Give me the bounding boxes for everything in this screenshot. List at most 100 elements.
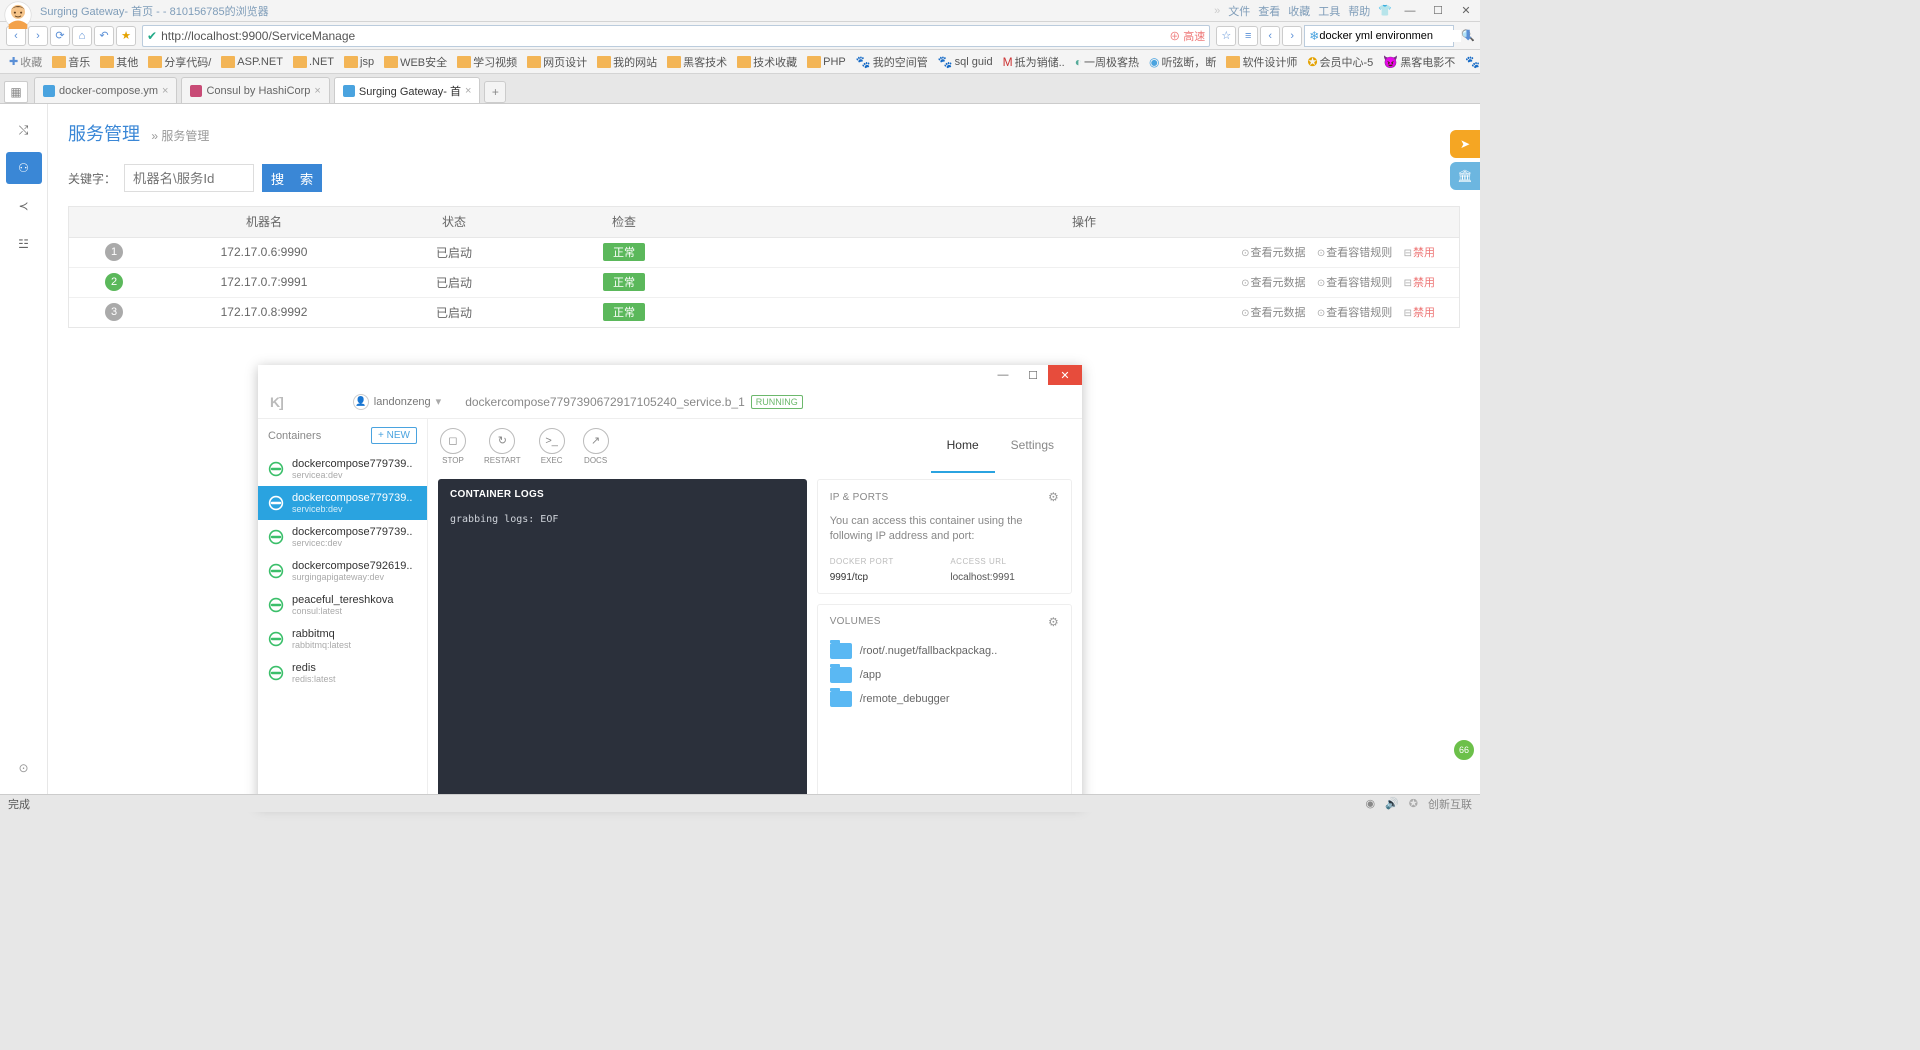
download-icon[interactable]: ⬇	[1462, 27, 1474, 44]
tab-close-icon[interactable]: ×	[465, 85, 471, 97]
bookmark-item[interactable]: .NET	[290, 56, 337, 68]
kite-close-button[interactable]: ✕	[1048, 365, 1082, 385]
menu-button[interactable]: ≡	[1238, 26, 1258, 46]
op-disable[interactable]: ⊟禁用	[1404, 277, 1435, 289]
kite-minimize-button[interactable]: —	[988, 365, 1018, 385]
search-next-button[interactable]: ›	[1282, 26, 1302, 46]
undo-button[interactable]: ↶	[94, 26, 114, 46]
container-item[interactable]: peaceful_tereshkova consul:latest	[258, 588, 427, 622]
url-input[interactable]	[161, 29, 1169, 43]
op-meta[interactable]: ⊙查看元数据	[1241, 307, 1305, 319]
browser-search-input[interactable]	[1319, 30, 1461, 42]
volume-item[interactable]: /root/.nuget/fallbackpackag..	[830, 639, 1059, 663]
close-button[interactable]: ✕	[1456, 4, 1476, 17]
bookmark-item[interactable]: 🐾sql guid	[935, 55, 996, 69]
volume-item[interactable]: /app	[830, 663, 1059, 687]
container-item[interactable]: rabbitmq rabbitmq:latest	[258, 622, 427, 656]
action-stop[interactable]: ◻ STOP	[440, 428, 466, 465]
reload-button[interactable]: ⟳	[50, 26, 70, 46]
kite-user[interactable]: 👤 landonzeng ▾	[353, 394, 441, 410]
bookmark-item[interactable]: 😈黑客电影不	[1380, 54, 1458, 70]
browser-tab[interactable]: Consul by HashiCorp ×	[181, 77, 329, 103]
notification-bubble[interactable]: 66	[1452, 738, 1476, 762]
action-docs[interactable]: ↗ DOCS	[583, 428, 609, 465]
op-fault[interactable]: ⊙查看容错规则	[1317, 247, 1392, 259]
sidebar-toggle[interactable]: ▦	[4, 81, 28, 103]
tab-close-icon[interactable]: ×	[314, 85, 320, 97]
bookmark-item[interactable]: M抵为销储..	[1000, 54, 1068, 70]
op-fault[interactable]: ⊙查看容错规则	[1317, 307, 1392, 319]
browser-search[interactable]: ❄ 🔍	[1304, 25, 1454, 47]
container-item[interactable]: dockercompose779739.. serviceb:dev	[258, 486, 427, 520]
bookmark-item[interactable]: ◐一周极客热	[1072, 54, 1142, 70]
search-button[interactable]: 搜 索	[262, 164, 322, 192]
bookmark-item[interactable]: 音乐	[49, 54, 93, 70]
rail-sitemap-icon[interactable]: ⚇	[6, 152, 42, 184]
rail-random-icon[interactable]: ⤭	[6, 114, 42, 146]
bookmark-item[interactable]: 技术收藏	[734, 54, 800, 70]
kite-tab-home[interactable]: Home	[931, 419, 995, 473]
bookmark-item[interactable]: 分享代码/	[145, 54, 214, 70]
menu-view[interactable]: 查看	[1258, 3, 1280, 19]
bookmark-item[interactable]: PHP	[804, 56, 849, 68]
menu-fav[interactable]: 收藏	[1288, 3, 1310, 19]
bookmark-item[interactable]: 🐾百度搜索_	[1462, 54, 1480, 70]
op-disable[interactable]: ⊟禁用	[1404, 307, 1435, 319]
container-item[interactable]: dockercompose779739.. servicec:dev	[258, 520, 427, 554]
pill-rocket-icon[interactable]: ➤	[1450, 130, 1480, 158]
row-status: 已启动	[369, 267, 539, 297]
minimize-button[interactable]: —	[1400, 5, 1420, 17]
keyword-input[interactable]	[124, 164, 254, 192]
rail-expand-icon[interactable]: ⊙	[6, 752, 42, 784]
bookmark-item[interactable]: ASP.NET	[218, 56, 286, 68]
pill-bank-icon[interactable]: 🏛	[1450, 162, 1480, 190]
bookmark-item[interactable]: 网页设计	[524, 54, 590, 70]
bookmark-item[interactable]: ✪会员中心-5	[1304, 54, 1376, 70]
kite-tab-settings[interactable]: Settings	[995, 419, 1070, 473]
bookmark-item[interactable]: 软件设计师	[1223, 54, 1300, 70]
maximize-button[interactable]: ☐	[1428, 4, 1448, 17]
bookmark-star-button[interactable]: ☆	[1216, 26, 1236, 46]
menu-tools[interactable]: 工具	[1318, 3, 1340, 19]
new-container-button[interactable]: + NEW	[371, 427, 417, 444]
bookmark-item[interactable]: 其他	[97, 54, 141, 70]
tab-close-icon[interactable]: ×	[162, 85, 168, 97]
op-disable[interactable]: ⊟禁用	[1404, 247, 1435, 259]
bookmark-item[interactable]: 黑客技术	[664, 54, 730, 70]
action-restart[interactable]: ↻ RESTART	[484, 428, 521, 465]
volume-item[interactable]: /remote_debugger	[830, 687, 1059, 711]
bookmark-add[interactable]: ✚收藏	[6, 54, 45, 70]
eye-icon[interactable]: ◉	[1365, 797, 1375, 810]
bookmark-item[interactable]: 我的网站	[594, 54, 660, 70]
menu-help[interactable]: 帮助	[1348, 3, 1370, 19]
url-bar[interactable]: ✔ ⊕ 高速	[142, 25, 1210, 47]
bookmark-item[interactable]: jsp	[341, 56, 377, 68]
rail-list-icon[interactable]: ☳	[6, 228, 42, 260]
search-prev-button[interactable]: ‹	[1260, 26, 1280, 46]
container-item[interactable]: dockercompose779739.. servicea:dev	[258, 452, 427, 486]
container-item[interactable]: redis redis:latest	[258, 656, 427, 690]
op-fault[interactable]: ⊙查看容错规则	[1317, 277, 1392, 289]
gear-icon[interactable]: ⚙	[1048, 615, 1059, 629]
gear-icon[interactable]: ⚙	[1048, 490, 1059, 504]
op-meta[interactable]: ⊙查看元数据	[1241, 247, 1305, 259]
rail-share-icon[interactable]: ≺	[6, 190, 42, 222]
bookmark-item[interactable]: ◉听弦断，断	[1146, 54, 1219, 70]
action-exec[interactable]: >_ EXEC	[539, 428, 565, 465]
bookmark-item[interactable]: 学习视频	[454, 54, 520, 70]
access-url-value[interactable]: localhost:9991	[950, 572, 1059, 583]
sound-icon[interactable]: 🔊	[1385, 797, 1399, 810]
bookmark-item[interactable]: 🐾我的空间管	[853, 54, 931, 70]
op-meta[interactable]: ⊙查看元数据	[1241, 277, 1305, 289]
new-tab-button[interactable]: +	[484, 81, 506, 103]
star-button[interactable]: ★	[116, 26, 136, 46]
container-item[interactable]: dockercompose792619.. surgingapigateway:…	[258, 554, 427, 588]
user-avatar-icon[interactable]	[4, 1, 32, 29]
home-button[interactable]: ⌂	[72, 26, 92, 46]
bookmark-item[interactable]: WEB安全	[381, 54, 450, 70]
browser-tab[interactable]: docker-compose.ym ×	[34, 77, 177, 103]
browser-tab[interactable]: Surging Gateway- 首 ×	[334, 77, 481, 103]
kite-maximize-button[interactable]: ☐	[1018, 365, 1048, 385]
menu-file[interactable]: 文件	[1228, 3, 1250, 19]
skin-icon[interactable]: 👕	[1378, 4, 1392, 17]
